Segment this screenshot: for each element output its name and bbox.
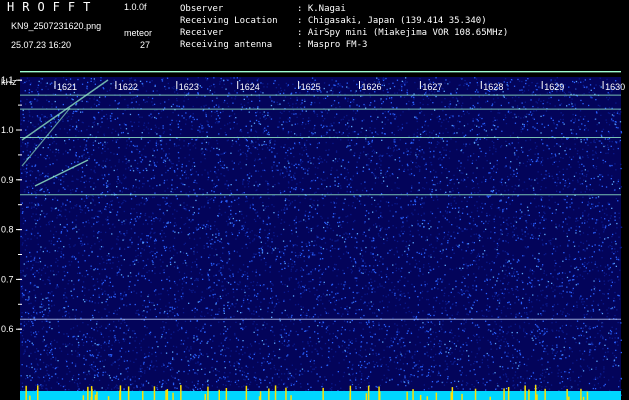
signal-spike (568, 396, 570, 400)
x-tick-label: 1628 (483, 82, 503, 92)
signal-spike (268, 388, 270, 400)
signal-spike (259, 391, 262, 400)
signal-spike (153, 386, 156, 400)
signal-spike (365, 393, 368, 400)
signal-spike (127, 386, 130, 400)
signal-spike (534, 385, 537, 400)
x-tick-label: 1622 (118, 82, 138, 92)
y-tick-label: 1.1 (1, 75, 14, 85)
signal-spike (107, 396, 110, 400)
signal-spike (586, 391, 589, 400)
baseline-band (20, 391, 621, 400)
spectrogram: 1621 1622 1623 1624 1625 1626 1627 1628 1629 1630… (1, 71, 625, 400)
signal-spike (412, 389, 414, 400)
signal-spike (435, 392, 438, 400)
signal-spike (349, 385, 352, 400)
signal-spike (90, 386, 93, 400)
x-tick-label: 1624 (240, 82, 260, 92)
signal-spike (172, 392, 174, 400)
signal-spike (166, 389, 169, 400)
signal-spike (580, 388, 582, 400)
y-tick-label: 1.0 (1, 125, 14, 135)
signal-spike (367, 385, 370, 400)
signal-spike (225, 388, 228, 400)
y-tick-label: 0.8 (1, 225, 14, 235)
signal-spike (87, 386, 89, 400)
x-tick-label: 1621 (57, 82, 77, 92)
x-tick-label: 1627 (422, 82, 442, 92)
signal-spike (119, 385, 122, 400)
y-tick-label: 0.9 (1, 175, 14, 185)
x-tick-label: 1623 (179, 82, 199, 92)
signal-spike (461, 393, 463, 400)
signal-spike (180, 385, 182, 400)
signal-spike (419, 394, 422, 400)
signal-spike (544, 388, 546, 400)
signal-spike (379, 391, 381, 400)
signal-spike (96, 391, 98, 400)
signal-spike (218, 389, 220, 400)
signal-spike (207, 386, 209, 400)
signal-spike (507, 387, 510, 400)
x-tick-label: 1625 (301, 82, 321, 92)
signal-spike (474, 388, 477, 400)
signal-spike (524, 385, 526, 400)
signal-spike (25, 385, 27, 400)
signal-spike (165, 390, 167, 400)
signal-spike (204, 394, 206, 400)
signal-spike (528, 389, 530, 400)
signal-spike (566, 389, 568, 400)
x-tick-label: 1629 (544, 82, 564, 92)
y-tick-label: 0.6 (1, 324, 14, 334)
x-tick-label: 1630 (605, 82, 625, 92)
signal-spike (322, 387, 324, 400)
x-tick-label: 1626 (362, 82, 382, 92)
signal-spike (94, 394, 97, 400)
signal-spike (285, 387, 287, 400)
signal-spike (37, 385, 39, 400)
signal-spike (406, 391, 408, 400)
signal-spike (290, 395, 292, 400)
signal-spike (274, 385, 277, 400)
signal-spike (503, 388, 505, 400)
signal-spike (451, 387, 454, 400)
signal-spike (82, 395, 85, 400)
signal-spike (426, 396, 428, 400)
signal-spike (29, 395, 31, 400)
signal-spike (245, 385, 248, 400)
signal-spike (142, 390, 144, 400)
signal-spike (536, 394, 538, 400)
y-tick-label: 0.7 (1, 274, 14, 284)
